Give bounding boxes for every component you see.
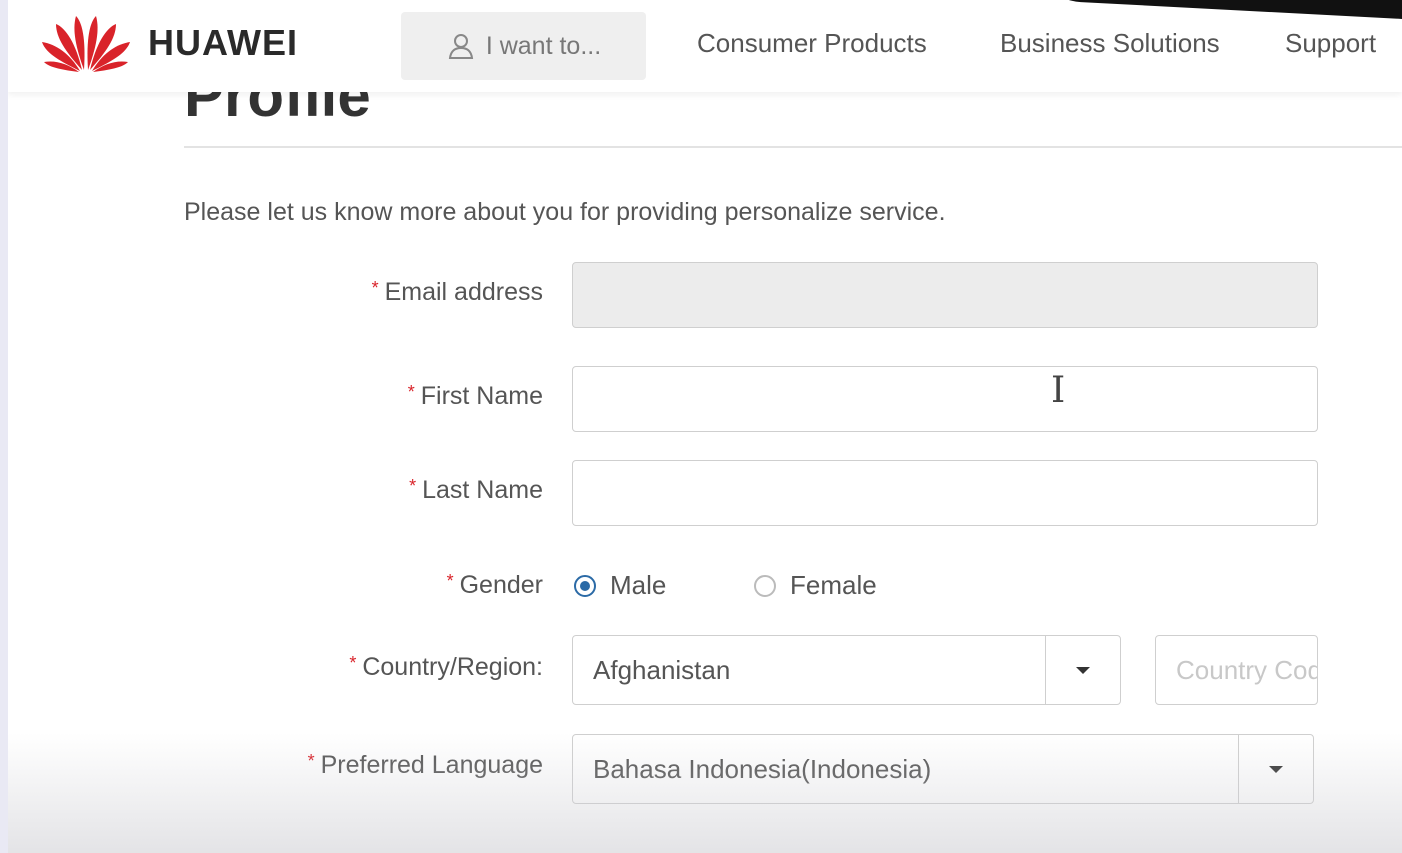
required-asterisk: * <box>407 382 415 402</box>
user-icon <box>448 34 473 59</box>
nav-support[interactable]: Support <box>1285 28 1376 59</box>
title-divider <box>184 146 1402 148</box>
country-label: * Country/Region: <box>349 653 543 682</box>
chevron-down-icon <box>1269 765 1283 773</box>
i-want-to-button[interactable]: I want to... <box>401 12 646 80</box>
language-dropdown-toggle[interactable] <box>1238 735 1313 803</box>
top-header: HUAWEI I want to... Consumer Products Bu… <box>8 0 1402 92</box>
country-dropdown-toggle[interactable] <box>1045 636 1120 704</box>
radio-unchecked-icon[interactable] <box>754 574 776 597</box>
first-name-label: * First Name <box>408 382 543 411</box>
nav-business-solutions[interactable]: Business Solutions <box>1000 28 1220 59</box>
email-field[interactable] <box>572 262 1318 328</box>
gender-male-label: Male <box>610 570 667 600</box>
email-label: * Email address <box>372 278 543 307</box>
language-label: * Preferred Language <box>308 751 543 780</box>
text-cursor-icon: I <box>1051 370 1066 411</box>
gender-female-label: Female <box>790 570 877 600</box>
country-select-value: Afghanistan <box>593 654 731 685</box>
required-asterisk: * <box>409 476 417 496</box>
email-label-text: Email address <box>384 278 543 306</box>
last-name-field[interactable] <box>572 460 1318 526</box>
first-name-field[interactable] <box>572 366 1318 432</box>
gender-label-text: Gender <box>459 571 543 599</box>
required-asterisk: * <box>307 751 315 771</box>
radio-checked-icon[interactable] <box>574 574 596 597</box>
form-intro-text: Please let us know more about you for pr… <box>184 198 946 226</box>
first-name-label-text: First Name <box>420 382 543 410</box>
last-name-label-text: Last Name <box>422 476 543 504</box>
overlay-corner <box>1030 0 1402 21</box>
country-select[interactable]: Afghanistan <box>572 635 1121 705</box>
nav-consumer-products[interactable]: Consumer Products <box>697 28 927 59</box>
brand-name: HUAWEI <box>148 22 298 63</box>
gender-female-radio[interactable]: Female <box>754 570 877 601</box>
huawei-logo[interactable]: HUAWEI <box>36 8 298 74</box>
language-select-value: Bahasa Indonesia(Indonesia) <box>593 753 932 784</box>
page: Profile HUAWEI I want to... Consumer Pro… <box>8 0 1402 853</box>
chevron-down-icon <box>1076 666 1090 674</box>
language-select[interactable]: Bahasa Indonesia(Indonesia) <box>572 734 1314 804</box>
gender-label: * Gender <box>447 571 543 600</box>
i-want-to-label: I want to... <box>485 31 602 60</box>
huawei-flower-icon <box>42 16 130 72</box>
language-label-text: Preferred Language <box>320 751 543 779</box>
required-asterisk: * <box>446 571 454 591</box>
last-name-label: * Last Name <box>409 476 543 505</box>
gender-male-radio[interactable]: Male <box>574 570 666 601</box>
required-asterisk: * <box>371 278 379 298</box>
country-label-text: Country/Region: <box>362 653 543 681</box>
required-asterisk: * <box>349 653 357 673</box>
country-code-input[interactable]: Country Code <box>1155 635 1318 705</box>
